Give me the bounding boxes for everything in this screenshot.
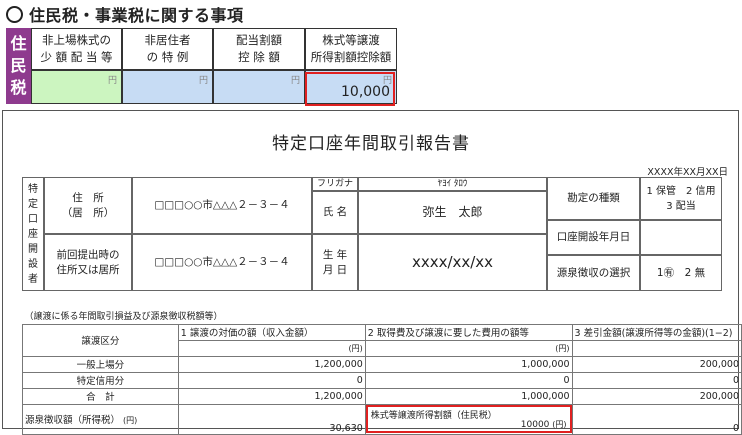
dividend-deduction-input[interactable]: 円: [213, 70, 305, 104]
transaction-calc-table: （譲渡に係る年間取引損益及び源泉徴収税額等） 譲渡区分 1 譲渡の対価の額（収入…: [22, 308, 742, 435]
address-value: □□□○○市△△△２－３－４: [132, 177, 312, 234]
previous-address-value: □□□○○市△△△２－３－４: [132, 234, 312, 291]
non-resident-input[interactable]: 円: [122, 70, 213, 104]
table-row: 特定信用分 0 0 0: [22, 371, 742, 389]
section-heading-text: 住民税・事業税に関する事項: [29, 6, 244, 25]
account-holder-label: 特定口座開設者: [22, 177, 44, 291]
birth-value: xxxx/xx/xx: [358, 234, 547, 291]
withholding-row: 源泉徴収額（所得税） (円) 30,630 株式等譲渡所得割額（住民税） 100…: [22, 403, 742, 435]
highlight-box: [305, 72, 395, 106]
circle-bullet-icon: [6, 6, 23, 23]
name-label: 氏 名: [312, 191, 358, 234]
col1-header: 1 譲渡の対価の額（収入金額）: [177, 323, 366, 341]
account-open-date-label: 口座開設年月日: [547, 220, 640, 255]
table-row: 合 計 1,200,000 1,000,000 200,000: [22, 387, 742, 405]
account-type-label: 勘定の種類: [547, 177, 640, 220]
category-header: 譲渡区分: [22, 323, 179, 357]
previous-address-label: 前回提出時の 住所又は居所: [44, 234, 132, 291]
name-value: 弥生 太郎: [358, 191, 547, 234]
last-value: 0: [571, 403, 742, 435]
section-heading: 住民税・事業税に関する事項: [6, 2, 244, 26]
furigana-label: フリガナ: [312, 177, 358, 191]
withholding-tax-value: 30,630: [177, 403, 366, 435]
account-type-value: 1 保管 2 信用 3 配当: [640, 177, 722, 220]
withholding-choice-value: 1㊒ 2 無: [640, 255, 722, 291]
header-non-resident: 非居住者の 特 例: [122, 28, 213, 70]
col2-unit: (円): [364, 339, 573, 357]
header-dividend-deduction: 配当割額控 除 額: [213, 28, 305, 70]
resident-tax-side-label: 住 民 税: [6, 28, 31, 104]
col2-header: 2 取得費及び譲渡に要した費用の額等: [364, 323, 573, 341]
furigana-value: ﾔﾖｲ ﾀﾛｳ: [358, 177, 547, 191]
col3-header: 3 差引金額(譲渡所得等の金額)(1−2): [571, 323, 742, 341]
calc-caption: （譲渡に係る年間取引損益及び源泉徴収税額等）: [24, 312, 223, 323]
birth-label: 生 年月 日: [312, 234, 358, 291]
header-unlisted-dividend: 非上場株式の少 額 配 当 等: [31, 28, 122, 70]
resident-tax-label: 株式等譲渡所得割額（住民税）: [370, 410, 497, 421]
withholding-choice-label: 源泉徴収の選択: [547, 255, 640, 291]
address-label: 住 所（居 所）: [44, 177, 132, 234]
account-open-date-value: [640, 220, 722, 255]
unlisted-dividend-input[interactable]: 円: [31, 70, 122, 104]
withholding-tax-label: 源泉徴収額（所得税）: [25, 415, 121, 426]
header-stock-transfer-deduction: 株式等譲渡 所得割額控除額: [305, 28, 397, 70]
report-title: 特定口座年間取引報告書: [272, 134, 470, 154]
col1-unit: (円): [177, 339, 366, 357]
report-date: XXXX年XX月XX日: [647, 167, 728, 178]
resident-tax-highlight: 株式等譲渡所得割額（住民税） 10000 (円): [365, 404, 572, 433]
resident-tax-value: 10000 (円): [520, 419, 567, 430]
table-row: 一般上場分 1,200,000 1,000,000 200,000: [22, 355, 742, 373]
